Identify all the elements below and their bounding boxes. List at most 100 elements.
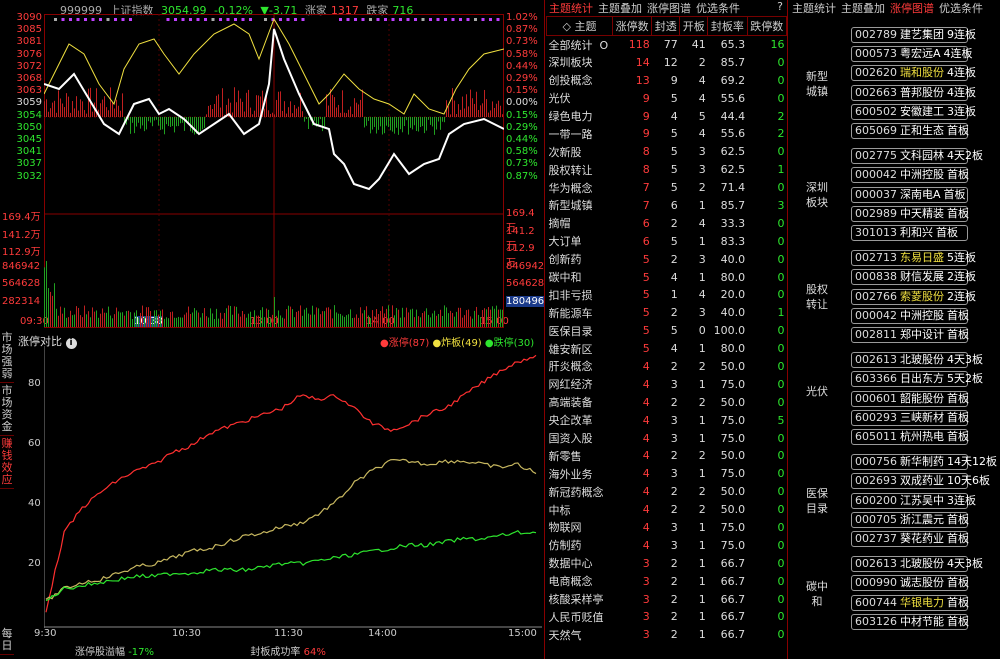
theme-tab[interactable]: ?: [777, 0, 783, 13]
table-cell: 2: [698, 485, 706, 499]
stock-chip[interactable]: 600744 华银电力 首板: [851, 594, 969, 611]
table-row[interactable]: 雄安新区 5 4 1 80.0 0: [547, 340, 787, 358]
table-row[interactable]: 数据中心 3 2 1 66.7 0: [547, 554, 787, 572]
side-tab[interactable]: 市场资金: [0, 383, 14, 436]
limit-map-tab[interactable]: 优选条件: [939, 2, 983, 15]
table-row[interactable]: 全部统计 O 118 77 41 65.3 16: [547, 36, 787, 54]
stock-chip[interactable]: 002989 中天精装 首板: [851, 205, 969, 222]
table-header[interactable]: 开板: [679, 16, 709, 36]
table-row[interactable]: 肝炎概念 4 2 2 50.0 0: [547, 358, 787, 376]
stock-chip[interactable]: 000042 中洲控股 首板: [851, 167, 969, 184]
volume-tick: 169.4万: [2, 212, 41, 223]
table-header[interactable]: 封透: [651, 16, 681, 36]
table-row[interactable]: 人民币贬值 3 2 1 66.7 0: [547, 608, 787, 626]
minute-chart[interactable]: [44, 14, 504, 329]
stock-chip[interactable]: 000042 中洲控股 首板: [851, 307, 969, 324]
side-tab[interactable]: 市场强弱: [0, 330, 14, 383]
stock-chip[interactable]: 002613 北玻股份 4天3板: [851, 352, 983, 369]
table-row[interactable]: 医保目录 5 5 0 100.0 0: [547, 322, 787, 340]
stock-chip[interactable]: 002811 郑中设计 首板: [851, 327, 969, 343]
table-row[interactable]: 扣非亏损 5 1 4 20.0 0: [547, 286, 787, 304]
limit-map-tab[interactable]: 主题统计: [792, 2, 836, 15]
limit-map-tab[interactable]: 涨停图谱: [890, 2, 934, 15]
table-cell: 5: [642, 288, 650, 302]
table-cell: 5: [670, 127, 678, 141]
side-tab[interactable]: 每日: [0, 626, 14, 655]
stock-chip[interactable]: 002766 索菱股份 2连板: [851, 288, 976, 305]
table-header[interactable]: 涨停数: [611, 16, 653, 36]
stock-chip[interactable]: 603126 中材节能 首板: [851, 613, 969, 630]
table-row[interactable]: 创投概念 13 9 4 69.2 0: [547, 71, 787, 89]
stock-code: 600502: [855, 104, 897, 118]
table-row[interactable]: 光伏 9 5 4 55.6 0: [547, 89, 787, 107]
table-row[interactable]: 创新药 5 2 3 40.0 0: [547, 250, 787, 268]
stock-chip[interactable]: 002789 建艺集团 9连板: [851, 27, 976, 43]
table-row[interactable]: 仿制药 4 3 1 75.0 0: [547, 536, 787, 554]
table-row[interactable]: 次新股 8 5 3 62.5 0: [547, 143, 787, 161]
table-row[interactable]: 一带一路 9 5 4 55.6 2: [547, 125, 787, 143]
stock-chip[interactable]: 301013 利和兴 首板: [851, 225, 968, 241]
table-row[interactable]: 绿色电力 9 4 5 44.4 2: [547, 107, 787, 125]
limit-compare-chart: [44, 346, 542, 628]
table-row[interactable]: 海外业务 4 3 1 75.0 0: [547, 465, 787, 483]
stock-chip[interactable]: 002713 东易日盛 5连板: [851, 250, 976, 267]
table-row[interactable]: 新冠药概念 4 2 2 50.0 0: [547, 483, 787, 501]
stock-chip[interactable]: 000037 深南电A 首板: [851, 186, 968, 203]
table-row[interactable]: 电商概念 3 2 1 66.7 0: [547, 572, 787, 590]
side-tab[interactable]: 赚钱效应: [0, 436, 14, 489]
theme-tab[interactable]: 主题叠加: [598, 2, 642, 15]
stock-chip[interactable]: 002693 双成药业 10天6板: [851, 473, 990, 490]
table-row[interactable]: 华为概念 7 5 2 71.4 0: [547, 179, 787, 197]
stock-chip[interactable]: 605011 杭州热电 首板: [851, 429, 969, 445]
stock-chip[interactable]: 600502 安徽建工 3连板: [851, 103, 976, 120]
table-row[interactable]: 央企改革 4 3 1 75.0 5: [547, 411, 787, 429]
table-row[interactable]: 碳中和 5 4 1 80.0 0: [547, 268, 787, 286]
stock-chip[interactable]: 000756 新华制药 14天12板: [851, 454, 997, 471]
table-row[interactable]: 物联网 4 3 1 75.0 0: [547, 519, 787, 537]
table-row[interactable]: 深圳板块 14 12 2 85.7 0: [547, 53, 787, 71]
table-row[interactable]: 天然气 3 2 1 66.7 0: [547, 626, 787, 644]
stock-chip[interactable]: 002663 普邦股份 4连板: [851, 84, 976, 101]
table-cell: 1: [698, 413, 706, 427]
table-row[interactable]: 大订单 6 5 1 83.3 0: [547, 232, 787, 250]
table-row[interactable]: 新零售 4 2 2 50.0 0: [547, 447, 787, 465]
table-row[interactable]: 股权转让 8 5 3 62.5 1: [547, 161, 787, 179]
stock-chip[interactable]: 605069 正和生态 首板: [851, 123, 969, 139]
table-row[interactable]: 国资入股 4 3 1 75.0 0: [547, 429, 787, 447]
stock-chip[interactable]: 002613 北玻股份 4天3板: [851, 556, 983, 573]
table-cell: 电商概念: [548, 575, 593, 589]
theme-tab[interactable]: 主题统计: [549, 2, 593, 15]
stock-chip[interactable]: 000573 粤宏远A 4连板: [851, 46, 973, 63]
stock-chip[interactable]: 000705 浙江震元 首板: [851, 511, 969, 528]
stock-chip[interactable]: 002620 瑞和股份 4连板: [851, 65, 976, 82]
theme-tabbar: 主题统计 主题叠加 涨停图谱 优选条件?: [546, 0, 787, 16]
table-cell: 物联网: [548, 521, 582, 535]
stock-chip[interactable]: 000838 财信发展 2连板: [851, 269, 976, 286]
stock-name: 财信发展: [900, 270, 944, 284]
table-cell: 4: [642, 520, 650, 534]
table-row[interactable]: 新能源车 5 2 3 40.0 1: [547, 304, 787, 322]
volume-tick-right: 564628: [506, 278, 545, 289]
stock-chip[interactable]: 603366 日出东方 5天2板: [851, 371, 983, 388]
table-header[interactable]: ◇ 主题: [546, 16, 613, 36]
stock-chip[interactable]: 600200 江苏吴中 3连板: [851, 492, 976, 509]
stock-chip[interactable]: 002775 文科园林 4天2板: [851, 148, 983, 165]
table-row[interactable]: 核酸采样亭 3 2 1 66.7 0: [547, 590, 787, 608]
table-row[interactable]: 新型城镇 7 6 1 85.7 3: [547, 197, 787, 215]
limit-map-tab[interactable]: 主题叠加: [841, 2, 885, 15]
stock-name: 杭州热电: [900, 430, 944, 443]
table-row[interactable]: 摘帽 6 2 4 33.3 0: [547, 214, 787, 232]
stock-chip[interactable]: 000601 韶能股份 首板: [851, 390, 969, 407]
theme-tab[interactable]: 优选条件: [696, 2, 740, 15]
stock-chip[interactable]: 002737 葵花药业 首板: [851, 531, 969, 547]
table-row[interactable]: 中标 4 2 2 50.0 0: [547, 501, 787, 519]
table-cell: 1: [698, 556, 706, 570]
table-row[interactable]: 网红经济 4 3 1 75.0 0: [547, 375, 787, 393]
stock-name: 中洲控股: [900, 308, 944, 322]
stock-chip[interactable]: 000990 诚志股份 首板: [851, 575, 969, 592]
table-row[interactable]: 高端装备 4 2 2 50.0 0: [547, 393, 787, 411]
theme-tab[interactable]: 涨停图谱: [647, 2, 691, 15]
table-header[interactable]: 封板率: [707, 16, 748, 36]
table-header[interactable]: 跌停数: [746, 16, 788, 36]
stock-chip[interactable]: 600293 三峡新材 首板: [851, 409, 969, 426]
